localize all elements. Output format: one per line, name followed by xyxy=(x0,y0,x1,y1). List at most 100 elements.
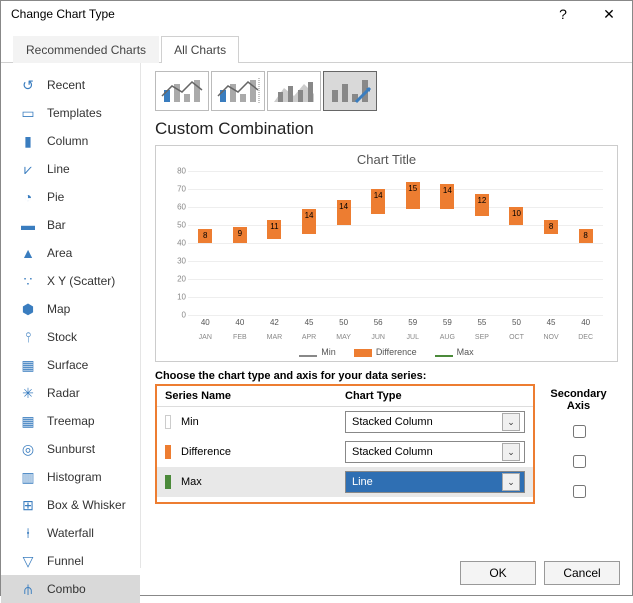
tab-recommended[interactable]: Recommended Charts xyxy=(13,36,159,63)
chart-type-icon: ▭ xyxy=(19,104,37,122)
chart-type-icon: ◎ xyxy=(19,440,37,458)
sidebar-item-funnel[interactable]: ▽ Funnel xyxy=(1,547,140,575)
chevron-down-icon: ⌄ xyxy=(502,473,520,491)
titlebar: Change Chart Type ? ✕ xyxy=(1,1,632,27)
sidebar-item-label: Bar xyxy=(47,218,66,232)
series-row-difference[interactable]: DifferenceStacked Column⌄ xyxy=(157,437,533,467)
sidebar-item-stock[interactable]: ⫯ Stock xyxy=(1,323,140,351)
col-series-name: Series Name xyxy=(165,390,335,402)
chart-type-icon: ⫛ xyxy=(19,580,37,598)
sidebar-item-waterfall[interactable]: ⍿ Waterfall xyxy=(1,519,140,547)
sidebar-item-label: Area xyxy=(47,246,72,260)
secondary-axis-checkbox[interactable] xyxy=(573,455,586,468)
series-swatch xyxy=(165,415,171,429)
legend-min: Min xyxy=(321,347,336,357)
chart-type-icon: ▽ xyxy=(19,552,37,570)
close-button[interactable]: ✕ xyxy=(586,1,632,27)
sidebar-item-label: Histogram xyxy=(47,470,102,484)
combo-subtype-thumbnails xyxy=(155,71,618,111)
sidebar-item-label: Recent xyxy=(47,78,85,92)
series-swatch xyxy=(165,445,171,459)
combo-subtype-custom[interactable] xyxy=(323,71,377,111)
sidebar-item-bar[interactable]: ▬ Bar xyxy=(1,211,140,239)
sidebar-item-combo[interactable]: ⫛ Combo xyxy=(1,575,140,603)
chart-type-icon: ⍿ xyxy=(19,524,37,542)
series-swatch xyxy=(165,475,171,489)
sidebar-item-pie[interactable]: ◔ Pie xyxy=(1,183,140,211)
sidebar-item-templates[interactable]: ▭ Templates xyxy=(1,99,140,127)
chevron-down-icon: ⌄ xyxy=(502,443,520,461)
combo-subtype-2[interactable] xyxy=(211,71,265,111)
sidebar-item-label: Templates xyxy=(47,106,102,120)
chart-legend: Min Difference Max xyxy=(164,347,609,357)
sidebar-item-label: Line xyxy=(47,162,70,176)
sidebar-item-x-y-scatter-[interactable]: ∵ X Y (Scatter) xyxy=(1,267,140,295)
sidebar-item-label: Funnel xyxy=(47,554,84,568)
chart-type-dropdown[interactable]: Line⌄ xyxy=(345,471,525,493)
main-panel: Custom Combination Chart Title 010203040… xyxy=(141,63,632,568)
tab-all-charts[interactable]: All Charts xyxy=(161,36,239,63)
chart-type-icon: ⫯ xyxy=(19,328,37,346)
chart-type-icon: ▦ xyxy=(19,356,37,374)
dialog-footer: OK Cancel xyxy=(460,561,620,585)
chart-type-icon: ◔ xyxy=(19,188,37,206)
sidebar-item-histogram[interactable]: ▥ Histogram xyxy=(1,463,140,491)
sidebar-item-box-whisker[interactable]: ⊞Box & Whisker xyxy=(1,491,140,519)
sidebar-item-radar[interactable]: ✳ Radar xyxy=(1,379,140,407)
sidebar-item-label: Waterfall xyxy=(47,526,94,540)
sidebar-item-line[interactable]: ⩗ Line xyxy=(1,155,140,183)
secondary-axis-checkbox[interactable] xyxy=(573,425,586,438)
sidebar-item-label: Sunburst xyxy=(47,442,95,456)
chart-type-icon: ✳ xyxy=(19,384,37,402)
sidebar-item-recent[interactable]: ↺ Recent xyxy=(1,71,140,99)
ok-button[interactable]: OK xyxy=(460,561,536,585)
sidebar-item-label: Box & Whisker xyxy=(47,498,126,512)
col-secondary-axis: Secondary Axis xyxy=(539,384,618,416)
sidebar-item-label: Stock xyxy=(47,330,77,344)
sidebar-item-label: Map xyxy=(47,302,70,316)
sidebar-item-label: Radar xyxy=(47,386,80,400)
sidebar-item-area[interactable]: ▲ Area xyxy=(1,239,140,267)
sidebar-item-surface[interactable]: ▦ Surface xyxy=(1,351,140,379)
series-instructions: Choose the chart type and axis for your … xyxy=(155,370,618,382)
sidebar-item-column[interactable]: ▮ Column xyxy=(1,127,140,155)
chevron-down-icon: ⌄ xyxy=(502,413,520,431)
series-config-box: Series Name Chart Type MinStacked Column… xyxy=(155,384,535,504)
series-row-min[interactable]: MinStacked Column⌄ xyxy=(157,407,533,437)
sidebar-item-label: Surface xyxy=(47,358,88,372)
chart-type-dropdown[interactable]: Stacked Column⌄ xyxy=(345,441,525,463)
help-button[interactable]: ? xyxy=(540,1,586,27)
sidebar-item-treemap[interactable]: ▦ Treemap xyxy=(1,407,140,435)
chart-type-icon: ▲ xyxy=(19,244,37,262)
chart-preview: Chart Title 01020304050607080840JAN940FE… xyxy=(155,145,618,362)
chart-type-icon: ⬢ xyxy=(19,300,37,318)
legend-max: Max xyxy=(457,347,474,357)
chart-type-icon: ↺ xyxy=(19,76,37,94)
secondary-axis-checkbox[interactable] xyxy=(573,485,586,498)
window-title: Change Chart Type xyxy=(11,7,540,21)
cancel-button[interactable]: Cancel xyxy=(544,561,620,585)
sidebar-item-label: Column xyxy=(47,134,88,148)
sidebar-item-label: Treemap xyxy=(47,414,95,428)
change-chart-type-dialog: Change Chart Type ? ✕ Recommended Charts… xyxy=(0,0,633,596)
chart-type-icon: ⩗ xyxy=(19,160,37,178)
col-chart-type: Chart Type xyxy=(345,390,525,402)
sidebar-item-sunburst[interactable]: ◎ Sunburst xyxy=(1,435,140,463)
sidebar-item-map[interactable]: ⬢ Map xyxy=(1,295,140,323)
chart-type-icon: ▥ xyxy=(19,468,37,486)
chart-title: Chart Title xyxy=(164,152,609,167)
sidebar-item-label: Combo xyxy=(47,582,86,596)
chart-type-icon: ▬ xyxy=(19,216,37,234)
chart-type-dropdown[interactable]: Stacked Column⌄ xyxy=(345,411,525,433)
chart-type-icon: ▦ xyxy=(19,412,37,430)
tabstrip: Recommended Charts All Charts xyxy=(1,27,632,63)
combo-subtype-3[interactable] xyxy=(267,71,321,111)
chart-type-icon: ▮ xyxy=(19,132,37,150)
combo-subtype-1[interactable] xyxy=(155,71,209,111)
sidebar-item-label: X Y (Scatter) xyxy=(47,274,115,288)
chart-type-icon: ∵ xyxy=(19,272,37,290)
series-row-max[interactable]: MaxLine⌄ xyxy=(157,467,533,497)
sidebar-item-label: Pie xyxy=(47,190,64,204)
combo-heading: Custom Combination xyxy=(155,119,618,139)
chart-type-sidebar: ↺ Recent ▭ Templates ▮ Column ⩗ Line ◔ Pie ▬ Bar ▲ Ar… xyxy=(1,63,141,568)
